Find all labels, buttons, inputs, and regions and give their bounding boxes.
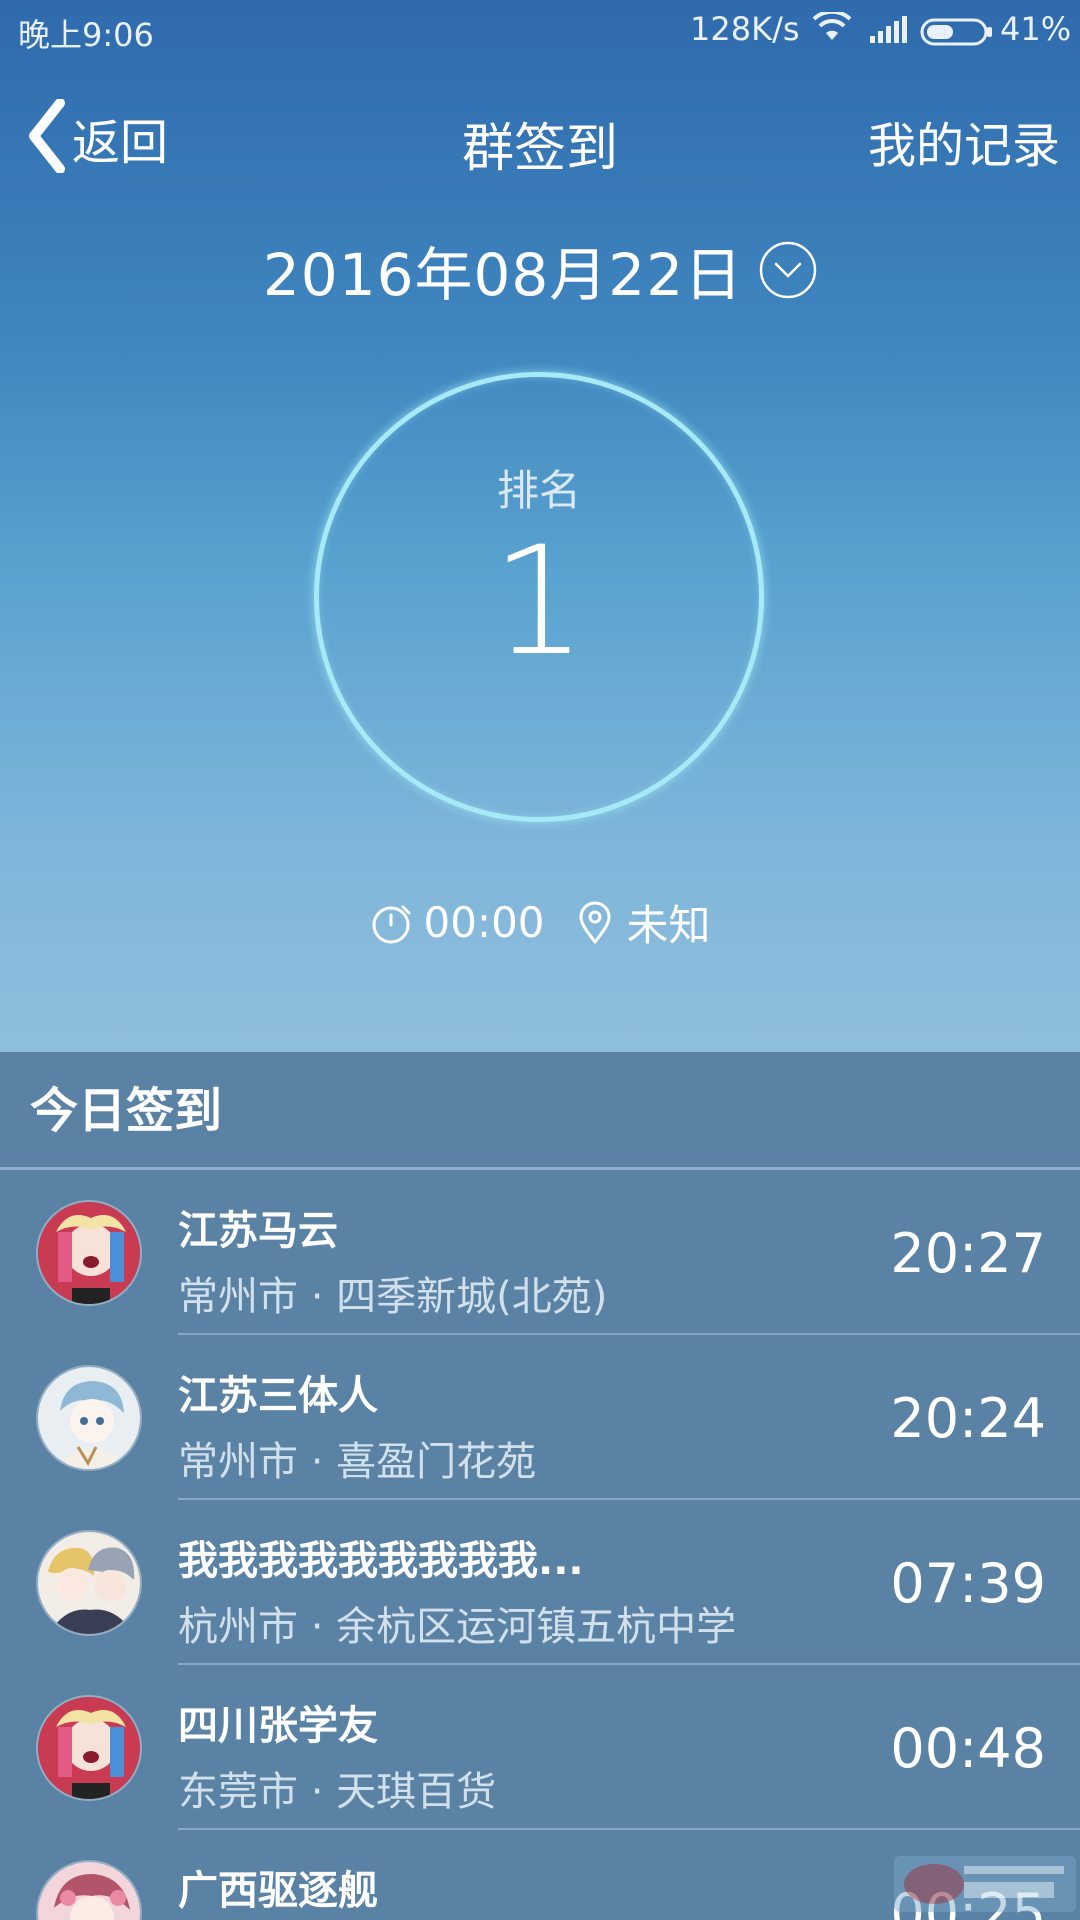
nav-bar: 返回 群签到 我的记录 [0,80,1080,190]
battery-icon [920,16,994,54]
chevron-down-icon [759,241,817,299]
avatar [36,1365,142,1471]
list-item[interactable]: 四川张学友 东莞市 · 天琪百货 00:48 [0,1665,1080,1830]
member-location: 东莞市 · 天琪百货 [178,1769,497,1815]
avatar [36,1695,142,1801]
list-item[interactable]: 江苏三体人 常州市 · 喜盈门花苑 20:24 [0,1335,1080,1500]
member-name: 广西驱逐舰 [178,1868,378,1914]
checkin-meta: 00:00 未知 [0,892,1080,953]
status-time: 晚上9:06 [18,16,154,54]
member-location: 杭州市 · 余杭区运河镇五杭中学 [178,1604,737,1650]
list-header: 今日签到 [0,1052,1080,1170]
avatar [36,1200,142,1306]
stopwatch-icon [372,905,411,943]
chevron-left-icon [26,98,68,177]
list-item[interactable]: 我我我我我我我我我... 杭州市 · 余杭区运河镇五杭中学 07:39 [0,1500,1080,1665]
member-name: 江苏三体人 [178,1373,378,1419]
checkin-time: 07:39 [890,1552,1046,1615]
battery-percent: 41% [1000,10,1072,48]
checkin-time: 00:00 [369,898,545,947]
checkin-time: 00:48 [890,1717,1046,1780]
member-location: 常州市 · 喜盈门花苑 [178,1439,537,1485]
status-bar: 晚上9:06 128K/s 41% [0,0,1080,62]
avatar [36,1860,142,1920]
checkin-time: 20:27 [890,1222,1046,1285]
avatar [36,1530,142,1636]
checkin-location: 未知 [573,892,711,953]
status-network-speed: 128K/s [690,10,800,48]
rank-value: 1 [491,515,587,689]
member-name: 我我我我我我我我我... [178,1538,584,1584]
today-checkin-list: 今日签到 江苏马云 常州市 · 四季新城(北苑) 20:27 江苏三体人 常州市… [0,1052,1080,1920]
checkin-time: 20:24 [890,1387,1046,1450]
signal-icon [868,14,908,52]
rank-label: 排名 [496,466,581,515]
wifi-icon [812,9,852,52]
member-name: 江苏马云 [178,1208,338,1254]
back-button[interactable]: 返回 [26,98,168,178]
rank-circle: 排名 1 [314,372,764,822]
my-records-button[interactable]: 我的记录 [868,106,1060,176]
date-selector: 2016年08月22日 [0,228,1080,312]
date-dropdown-button[interactable] [759,241,817,299]
date-text[interactable]: 2016年08月22日 [263,228,743,312]
checkin-location-value: 未知 [626,901,711,950]
member-location: 常州市 · 四季新城(北苑) [178,1274,608,1320]
list-item[interactable]: 江苏马云 常州市 · 四季新城(北苑) 20:27 [0,1170,1080,1335]
location-pin-icon [579,901,611,943]
member-name: 四川张学友 [178,1703,378,1749]
back-label: 返回 [72,115,169,171]
watermark-logo [894,1854,1076,1914]
checkin-time-value: 00:00 [423,898,545,947]
